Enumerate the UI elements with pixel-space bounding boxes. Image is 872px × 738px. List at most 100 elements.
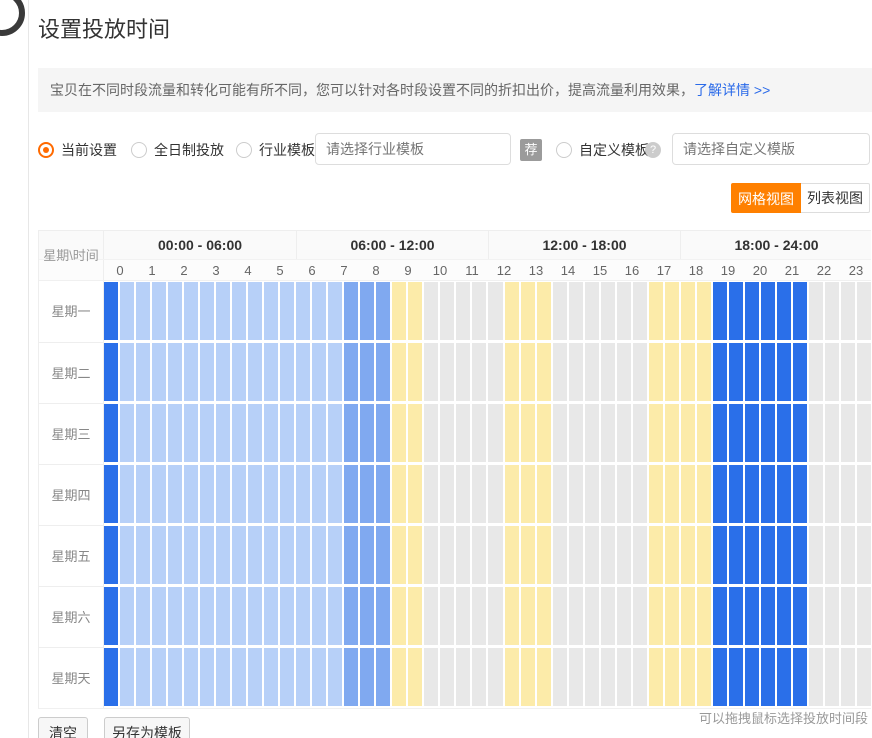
schedule-cell[interactable] [617, 587, 631, 645]
schedule-cell[interactable] [777, 343, 791, 401]
schedule-cell[interactable] [521, 587, 535, 645]
schedule-cell[interactable] [585, 526, 599, 584]
schedule-cell[interactable] [136, 282, 150, 340]
schedule-cell[interactable] [408, 343, 422, 401]
schedule-cell[interactable] [825, 343, 839, 401]
schedule-cell[interactable] [296, 404, 310, 462]
schedule-cell[interactable] [104, 648, 118, 706]
schedule-cell[interactable] [857, 404, 871, 462]
schedule-cell[interactable] [841, 526, 855, 584]
schedule-cell[interactable] [168, 648, 182, 706]
schedule-cell[interactable] [809, 526, 823, 584]
schedule-cell[interactable] [440, 526, 454, 584]
schedule-cell[interactable] [440, 465, 454, 523]
schedule-cell[interactable] [745, 526, 759, 584]
schedule-cell[interactable] [729, 404, 743, 462]
schedule-cell[interactable] [697, 648, 711, 706]
schedule-cell[interactable] [521, 343, 535, 401]
schedule-cell[interactable] [424, 282, 438, 340]
schedule-cell[interactable] [585, 343, 599, 401]
schedule-cell[interactable] [424, 404, 438, 462]
schedule-cell[interactable] [697, 343, 711, 401]
schedule-cell[interactable] [216, 404, 230, 462]
schedule-cell[interactable] [152, 343, 166, 401]
schedule-cell[interactable] [537, 587, 551, 645]
schedule-cell[interactable] [761, 282, 775, 340]
schedule-cell[interactable] [120, 465, 134, 523]
schedule-cell[interactable] [168, 526, 182, 584]
schedule-cell[interactable] [120, 282, 134, 340]
schedule-cell[interactable] [569, 404, 583, 462]
schedule-cell[interactable] [472, 526, 486, 584]
schedule-cell[interactable] [200, 343, 214, 401]
schedule-cell[interactable] [360, 343, 374, 401]
schedule-cell[interactable] [857, 343, 871, 401]
schedule-cell[interactable] [232, 648, 246, 706]
schedule-cell[interactable] [280, 587, 294, 645]
schedule-cell[interactable] [120, 648, 134, 706]
schedule-cell[interactable] [200, 282, 214, 340]
schedule-cell[interactable] [729, 587, 743, 645]
schedule-cell[interactable] [505, 404, 519, 462]
schedule-cell[interactable] [184, 648, 198, 706]
schedule-cell[interactable] [312, 526, 326, 584]
schedule-cell[interactable] [264, 465, 278, 523]
schedule-cell[interactable] [729, 282, 743, 340]
schedule-cell[interactable] [633, 587, 647, 645]
schedule-cell[interactable] [312, 587, 326, 645]
schedule-cell[interactable] [408, 282, 422, 340]
schedule-cell[interactable] [152, 587, 166, 645]
schedule-cell[interactable] [472, 465, 486, 523]
schedule-cell[interactable] [376, 648, 390, 706]
schedule-cell[interactable] [537, 404, 551, 462]
schedule-cell[interactable] [809, 648, 823, 706]
schedule-cell[interactable] [601, 404, 615, 462]
schedule-cell[interactable] [825, 526, 839, 584]
schedule-cell[interactable] [681, 587, 695, 645]
schedule-cell[interactable] [488, 648, 502, 706]
schedule-cell[interactable] [521, 404, 535, 462]
save-as-template-button[interactable]: 另存为模板 [104, 717, 190, 738]
help-icon[interactable]: ? [645, 142, 661, 158]
schedule-cell[interactable] [280, 282, 294, 340]
list-view-button[interactable]: 列表视图 [801, 183, 870, 213]
radio-unselected-icon[interactable] [131, 142, 147, 158]
schedule-cell[interactable] [729, 526, 743, 584]
schedule-cell[interactable] [553, 404, 567, 462]
schedule-cell[interactable] [200, 404, 214, 462]
schedule-cell[interactable] [681, 282, 695, 340]
schedule-cell[interactable] [488, 465, 502, 523]
schedule-cell[interactable] [440, 587, 454, 645]
schedule-cell[interactable] [136, 648, 150, 706]
schedule-cell[interactable] [488, 343, 502, 401]
schedule-cell[interactable] [152, 465, 166, 523]
schedule-cell[interactable] [392, 648, 406, 706]
radio-custom-template[interactable]: 自定义模板: [556, 133, 653, 167]
schedule-cell[interactable] [232, 465, 246, 523]
schedule-cell[interactable] [601, 343, 615, 401]
schedule-cell[interactable] [697, 282, 711, 340]
schedule-cell[interactable] [505, 648, 519, 706]
schedule-cell[interactable] [633, 465, 647, 523]
schedule-cell[interactable] [376, 587, 390, 645]
schedule-cell[interactable] [601, 465, 615, 523]
schedule-cell[interactable] [456, 587, 470, 645]
schedule-cell[interactable] [777, 282, 791, 340]
schedule-cell[interactable] [408, 404, 422, 462]
schedule-cell[interactable] [296, 343, 310, 401]
schedule-cell[interactable] [424, 648, 438, 706]
schedule-cell[interactable] [777, 526, 791, 584]
schedule-cell[interactable] [825, 282, 839, 340]
schedule-cell[interactable] [825, 648, 839, 706]
schedule-cell[interactable] [537, 648, 551, 706]
schedule-cell[interactable] [825, 465, 839, 523]
schedule-cell[interactable] [553, 465, 567, 523]
schedule-cell[interactable] [665, 465, 679, 523]
schedule-cell[interactable] [264, 282, 278, 340]
schedule-cell[interactable] [184, 343, 198, 401]
schedule-cell[interactable] [408, 648, 422, 706]
schedule-cell[interactable] [120, 526, 134, 584]
schedule-cell[interactable] [761, 587, 775, 645]
schedule-cell[interactable] [344, 648, 358, 706]
schedule-cell[interactable] [280, 648, 294, 706]
